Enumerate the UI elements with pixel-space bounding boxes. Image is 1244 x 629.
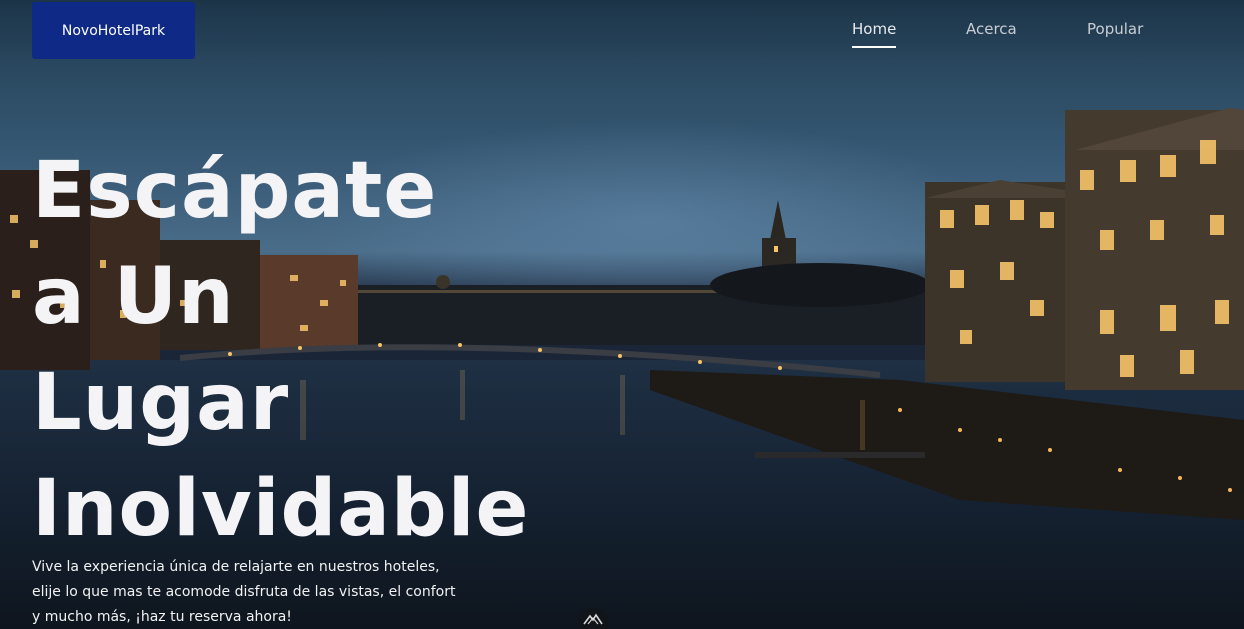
hero-headline: Escápate a Un Lugar Inolvidable bbox=[32, 138, 592, 562]
mountain-logo-icon[interactable] bbox=[578, 607, 608, 629]
tagline-line-3: y mucho más, ¡haz tu reserva ahora! bbox=[32, 609, 292, 625]
tagline-line-2: elije lo que mas te acomode disfruta de … bbox=[32, 584, 456, 600]
nav-link-acerca-label: Acerca bbox=[966, 20, 1017, 38]
hero-section: NovoHotelPark Home Acerca Popular Escápa… bbox=[0, 0, 1244, 629]
hero-tagline: Vive la experiencia única de relajarte e… bbox=[32, 555, 522, 629]
headline-line-2: a Un bbox=[32, 252, 235, 342]
nav-link-home[interactable]: Home bbox=[852, 20, 897, 48]
nav-link-acerca[interactable]: Acerca bbox=[966, 20, 1017, 44]
active-nav-indicator bbox=[852, 46, 897, 48]
top-navbar: NovoHotelPark Home Acerca Popular bbox=[0, 0, 1244, 60]
nav-link-home-label: Home bbox=[852, 20, 897, 38]
headline-line-3: Lugar bbox=[32, 358, 290, 448]
tagline-line-1: Vive la experiencia única de relajarte e… bbox=[32, 559, 440, 575]
nav-link-popular-label: Popular bbox=[1087, 20, 1144, 38]
headline-line-4: Inolvidable bbox=[32, 464, 530, 554]
nav-link-popular[interactable]: Popular bbox=[1087, 20, 1143, 44]
headline-line-1: Escápate bbox=[32, 146, 438, 236]
brand-logo-link[interactable]: NovoHotelPark bbox=[32, 2, 195, 59]
